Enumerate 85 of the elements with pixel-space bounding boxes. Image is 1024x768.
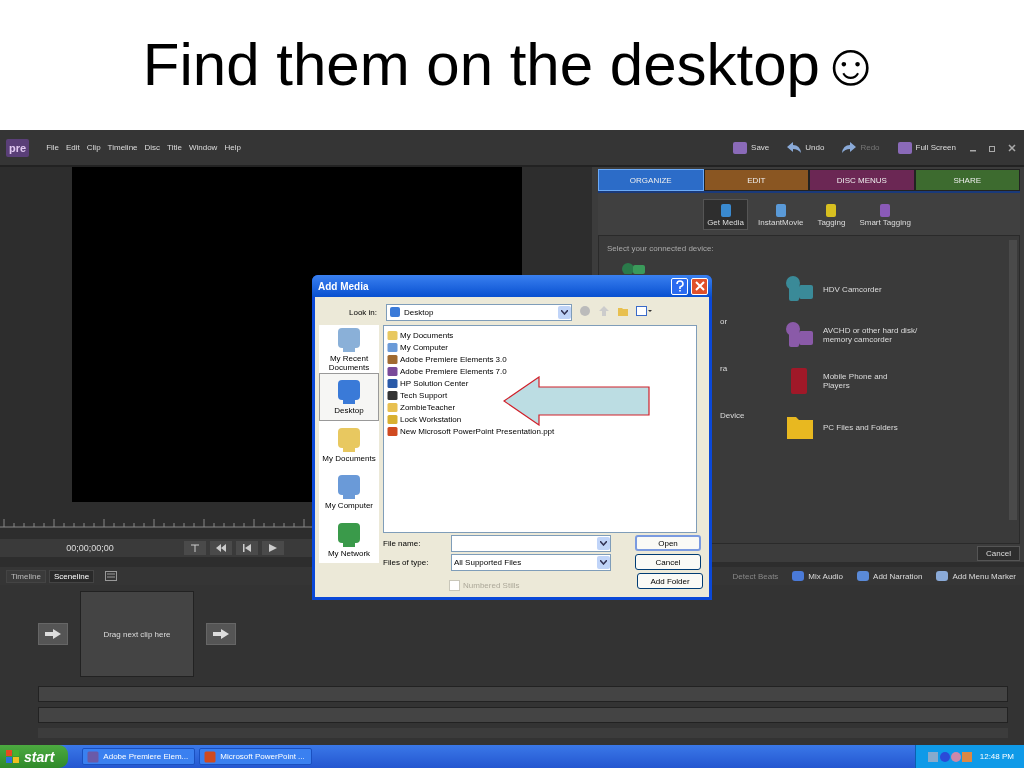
view-menu-icon[interactable] [636,305,653,319]
redo-icon [841,140,858,155]
file-type-dropdown[interactable]: All Supported Files [451,553,611,571]
taskbar-button[interactable]: Adobe Premiere Elem... [82,748,196,765]
undo-icon [786,140,803,155]
close-icon[interactable] [691,277,708,295]
view-tab[interactable]: Timeline [6,569,46,583]
transition-button[interactable] [38,623,68,645]
transition-button[interactable] [206,623,236,645]
toolbar-button[interactable]: Save [727,140,775,155]
timecode: 00;00;00;00 [65,543,115,553]
toolbar-button[interactable]: Full Screen [891,140,961,155]
places-item[interactable]: Desktop [319,373,379,421]
device-label[interactable]: Device [720,411,785,420]
close-icon[interactable] [1006,143,1018,152]
arrow-icon [213,629,229,639]
workspace-tab[interactable]: ORGANIZE [598,169,704,191]
device-label[interactable]: PC Files and Folders [823,422,943,432]
places-item[interactable]: My Recent Documents [319,325,379,373]
menu-item[interactable]: Clip [86,143,101,152]
taskbar-button[interactable]: Microsoft PowerPoint ... [199,748,312,765]
desktop-entry[interactable]: New Microsoft PowerPoint Presentation.ppt [387,425,555,437]
desktop-entry[interactable]: My Documents [387,329,454,341]
dialog-title: Add Media [318,280,369,292]
step-back-icon[interactable] [236,541,258,555]
view-tab[interactable]: Sceneline [48,569,95,583]
action-button[interactable]: Add Narration [854,570,925,582]
workspace-tab[interactable]: EDIT [703,169,809,191]
workspace-tab[interactable]: SHARE [914,169,1020,191]
device-label[interactable]: ra [720,364,785,373]
add-folder-button[interactable]: Add Folder [637,573,703,589]
slide-title: Find them on the desktop☺ [141,30,883,100]
workspace-tab[interactable]: DISC MENUS [809,169,915,191]
menu-item[interactable]: Window [188,143,218,152]
menu-item[interactable]: Disc [144,143,161,152]
start-button[interactable]: start [0,745,69,768]
look-in-label: Look in: [349,307,378,317]
action-button[interactable]: Add Menu Marker [933,570,1018,582]
app-logo: pre [6,138,30,157]
tool-button[interactable]: Smart Tagging [855,198,915,230]
clock: 12:48 PM [979,752,1014,761]
menu-item[interactable]: Help [224,143,241,152]
menu-item[interactable]: Title [167,143,182,152]
device-label[interactable]: Mobile Phone and Players [823,372,943,390]
rewind-icon[interactable] [210,541,232,555]
device-icon[interactable] [785,275,815,303]
cancel-button[interactable]: Cancel [977,545,1020,561]
list-icon[interactable] [105,571,118,581]
tool-button[interactable]: InstantMovie [754,198,808,230]
clip-hint: Drag next clip here [103,629,171,639]
arrow-icon [45,629,61,639]
desktop-entry[interactable]: HP Solution Center [387,377,469,389]
camera-icon [621,262,645,274]
trim-icon[interactable] [184,541,206,555]
open-button[interactable]: Open [635,535,701,551]
file-name-field[interactable] [451,534,611,552]
tool-button[interactable]: Get Media [703,198,749,230]
menu-item[interactable]: Edit [66,143,80,152]
play-icon[interactable] [262,541,284,555]
desktop-entry[interactable]: Tech Support [387,389,448,401]
clip-placeholder[interactable]: Drag next clip here [80,591,194,677]
desktop-entry[interactable]: ZombieTeacher [387,401,456,413]
places-item[interactable]: My Computer [319,468,379,516]
device-label[interactable]: HDV Camcorder [823,284,943,294]
file-name-label: File name: [383,538,422,548]
device-prompt: Select your connected device: [607,244,715,253]
desktop-entry[interactable]: Lock Workstation [387,413,462,425]
menu-item[interactable]: File [46,143,59,152]
tool-button[interactable]: Tagging [813,198,850,230]
menu-item[interactable]: Timeline [107,143,138,152]
action-button[interactable]: Mix Audio [789,570,846,582]
windows-logo [6,749,20,764]
device-label[interactable]: or [720,317,785,326]
toolbar-button[interactable]: Undo [781,140,830,155]
desktop-entry[interactable]: Adobe Premiere Elements 7.0 [387,365,507,377]
file-type-label: Files of type: [383,557,430,567]
look-in-dropdown[interactable]: Desktop [386,303,573,321]
desktop-entry[interactable]: Adobe Premiere Elements 3.0 [387,353,507,365]
cancel-button[interactable]: Cancel [635,554,701,570]
places-item[interactable]: My Network [319,515,379,563]
help-icon[interactable] [671,277,688,295]
desktop-entry[interactable]: My Computer [387,341,448,353]
tray-icons[interactable] [927,750,972,763]
places-item[interactable]: My Documents [319,420,379,468]
device-label[interactable]: AVCHD or other hard disk/ memory camcorder [823,326,943,344]
